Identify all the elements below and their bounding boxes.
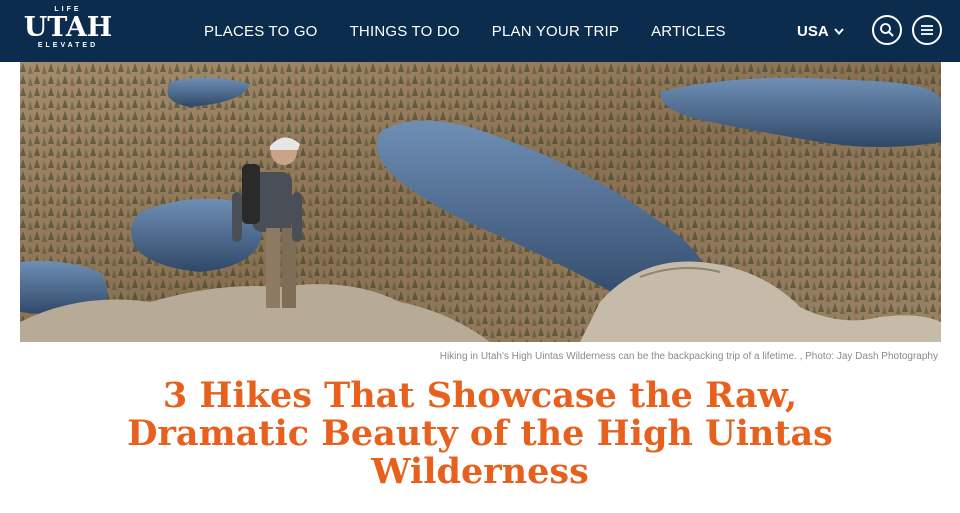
region-label: USA xyxy=(797,22,829,40)
nav-things-to-do[interactable]: THINGS TO DO xyxy=(350,23,460,40)
article-title-line-3: Wilderness xyxy=(371,451,589,492)
hero-caption: Hiking in Utah's High Uintas Wilderness … xyxy=(439,351,938,362)
article-title-line-1: 3 Hikes That Showcase the Raw, xyxy=(162,375,798,416)
utah-life-elevated-logo[interactable]: LIFE UTAH ELEVATED xyxy=(18,6,118,56)
main-nav: PLACES TO GO THINGS TO DO PLAN YOUR TRIP… xyxy=(204,0,726,62)
article-title-line-2: Dramatic Beauty of the High Uintas xyxy=(127,413,833,454)
logo-main-text: UTAH xyxy=(23,12,113,43)
hiker-lakes-photo xyxy=(20,62,941,342)
hero-photo xyxy=(20,62,941,342)
chevron-down-icon xyxy=(833,28,844,36)
menu-button[interactable] xyxy=(912,15,942,45)
nav-articles[interactable]: ARTICLES xyxy=(651,23,726,40)
search-icon xyxy=(880,23,894,37)
article-title: 3 Hikes That Showcase the Raw, Dramatic … xyxy=(60,377,900,491)
region-selector[interactable]: USA xyxy=(797,0,845,62)
logo-bottom-text: ELEVATED xyxy=(37,42,99,49)
menu-icon xyxy=(921,25,933,35)
search-button[interactable] xyxy=(872,15,902,45)
site-header: LIFE UTAH ELEVATED PLACES TO GO THINGS T… xyxy=(0,0,960,62)
nav-places-to-go[interactable]: PLACES TO GO xyxy=(204,23,318,40)
nav-plan-your-trip[interactable]: PLAN YOUR TRIP xyxy=(492,23,619,40)
